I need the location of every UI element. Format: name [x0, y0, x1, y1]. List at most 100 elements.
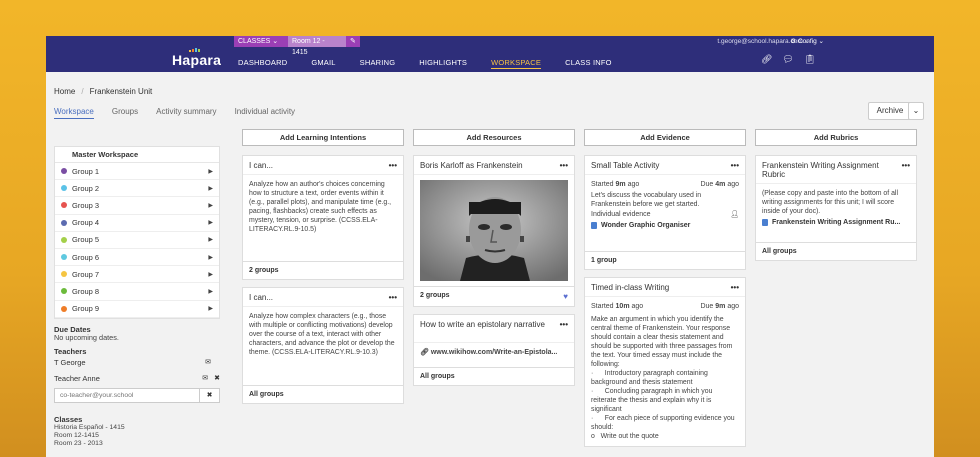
- chevron-down-icon: ⌄: [272, 38, 279, 45]
- card-groups: All groups: [249, 391, 284, 398]
- nav-gmail[interactable]: GMAIL: [311, 58, 335, 69]
- add-rubrics-button[interactable]: Add Rubrics: [755, 129, 917, 146]
- doc-link[interactable]: Wonder Graphic Organiser: [591, 221, 739, 230]
- archive-button[interactable]: Archive: [868, 102, 912, 120]
- card-text-line: Make an argument in which you identify t…: [591, 316, 733, 368]
- card-text-line: o Write out the quote: [591, 433, 659, 440]
- group-item[interactable]: Group 7 ▶: [55, 266, 219, 284]
- hapara-window: CLASSES ⌄ Room 12 - 1415 ✎ Hapara DASHBO…: [46, 36, 934, 457]
- more-icon[interactable]: •••: [560, 320, 568, 338]
- learning-card[interactable]: I can... ••• Analyze how complex characte…: [242, 287, 404, 404]
- group-item[interactable]: Group 6 ▶: [55, 249, 219, 267]
- mail-icon[interactable]: ✉: [202, 374, 208, 382]
- more-icon[interactable]: •••: [389, 293, 397, 302]
- group-color-dot: [61, 202, 67, 209]
- chevron-right-icon[interactable]: ▶: [208, 185, 213, 192]
- group-item[interactable]: Group 4 ▶: [55, 215, 219, 232]
- group-label: Group 6: [72, 252, 100, 262]
- add-learning-intentions-button[interactable]: Add Learning Intentions: [242, 129, 404, 146]
- resource-card[interactable]: Boris Karloff as Frankenstein ••• 2 grou…: [413, 155, 575, 307]
- group-item[interactable]: Group 3 ▶: [55, 197, 219, 215]
- frankenstein-photo: [420, 180, 568, 281]
- card-title: Boris Karloff as Frankenstein: [420, 161, 523, 170]
- clipboard-icon[interactable]: 📋︎: [804, 54, 815, 65]
- tab-groups[interactable]: Groups: [112, 107, 138, 119]
- breadcrumb-current: Frankenstein Unit: [89, 87, 153, 96]
- chevron-right-icon[interactable]: ▶: [208, 168, 213, 175]
- tab-activity-summary[interactable]: Activity summary: [156, 107, 216, 119]
- chevron-right-icon[interactable]: ▶: [208, 202, 213, 209]
- learning-card[interactable]: I can... ••• Analyze how an author's choi…: [242, 155, 404, 280]
- card-title: Frankenstein Writing Assignment Rubric: [762, 161, 879, 179]
- nav-highlights[interactable]: HIGHLIGHTS: [419, 58, 467, 69]
- mail-icon[interactable]: ✉: [205, 358, 211, 366]
- classes-label: Classes: [54, 414, 83, 424]
- card-groups: 1 group: [591, 257, 617, 264]
- doc-title: Wonder Graphic Organiser: [601, 222, 691, 229]
- breadcrumb: Home / Frankenstein Unit: [54, 87, 152, 96]
- classes-dropdown[interactable]: CLASSES ⌄: [234, 36, 288, 47]
- nav-workspace[interactable]: WORKSPACE: [491, 58, 542, 69]
- chat-icon[interactable]: 💬︎: [782, 54, 793, 65]
- chevron-right-icon[interactable]: ▶: [208, 219, 213, 226]
- clear-icon[interactable]: ✖: [200, 387, 220, 403]
- more-icon[interactable]: •••: [731, 161, 739, 170]
- group-color-dot: [61, 236, 67, 243]
- add-evidence-button[interactable]: Add Evidence: [584, 129, 746, 146]
- class-item[interactable]: Historia Español - 1415: [54, 424, 220, 432]
- archive-dropdown-chevron-icon[interactable]: ⌄: [908, 102, 924, 120]
- heart-icon[interactable]: ♥: [563, 292, 568, 301]
- link-icon[interactable]: 🔗︎: [761, 54, 772, 65]
- more-icon[interactable]: •••: [731, 283, 739, 292]
- chevron-right-icon[interactable]: ▶: [208, 254, 213, 261]
- class-item[interactable]: Room 12-1415: [54, 432, 220, 440]
- breadcrumb-home[interactable]: Home: [54, 87, 75, 96]
- group-label: Group 3: [72, 200, 100, 210]
- config-menu[interactable]: ⚙ Config ⌄: [790, 36, 824, 47]
- evidence-card[interactable]: Timed in-class Writing ••• Started 10m ag…: [584, 277, 746, 447]
- group-item[interactable]: Group 1 ▶: [55, 163, 219, 181]
- more-icon[interactable]: •••: [389, 161, 397, 170]
- card-title: Small Table Activity: [591, 161, 660, 170]
- class-item[interactable]: Room 23 - 2013: [54, 440, 220, 448]
- hapara-logo[interactable]: Hapara: [172, 52, 221, 68]
- learning-intentions-column: Add Learning Intentions I can... ••• Anal…: [242, 129, 404, 411]
- groups-header[interactable]: Master Workspace: [55, 147, 219, 163]
- chevron-right-icon[interactable]: ▶: [208, 305, 213, 312]
- group-item[interactable]: Group 8 ▶: [55, 283, 219, 301]
- main-nav: DASHBOARD GMAIL SHARING HIGHLIGHTS WORKS…: [238, 58, 636, 69]
- card-groups: All groups: [420, 373, 455, 380]
- group-label: Group 7: [72, 269, 100, 279]
- person-icon: 👤︎: [730, 211, 739, 218]
- edit-icon[interactable]: ✎: [346, 36, 360, 47]
- add-resources-button[interactable]: Add Resources: [413, 129, 575, 146]
- rubric-card[interactable]: Frankenstein Writing Assignment Rubric ••…: [755, 155, 917, 261]
- evidence-card[interactable]: Small Table Activity ••• Started 9m ago Du…: [584, 155, 746, 270]
- chevron-right-icon[interactable]: ▶: [208, 236, 213, 243]
- tab-individual-activity[interactable]: Individual activity: [235, 107, 295, 119]
- started-suffix: ago: [631, 303, 644, 310]
- teacher-name: Teacher Anne: [54, 373, 100, 383]
- group-item[interactable]: Group 5 ▶: [55, 232, 219, 249]
- doc-title: Frankenstein Writing Assignment Ru...: [772, 219, 901, 226]
- chevron-right-icon[interactable]: ▶: [208, 271, 213, 278]
- toolbar-icons: 🔗︎ 💬︎ 📋︎: [761, 54, 815, 65]
- nav-sharing[interactable]: SHARING: [360, 58, 396, 69]
- co-teacher-input[interactable]: [54, 387, 200, 403]
- group-label: Group 5: [72, 235, 100, 245]
- more-icon[interactable]: •••: [902, 161, 910, 179]
- started-value: 9m: [615, 181, 626, 188]
- tab-workspace[interactable]: Workspace: [54, 107, 94, 119]
- resource-card[interactable]: How to write an epistolary narrative ••• …: [413, 314, 575, 386]
- nav-dashboard[interactable]: DASHBOARD: [238, 58, 287, 69]
- nav-class-info[interactable]: CLASS INFO: [565, 58, 612, 69]
- evidence-type: Individual evidence: [591, 211, 651, 218]
- remove-icon[interactable]: ✖: [214, 374, 220, 382]
- started-time: Started 10m ago: [591, 302, 643, 311]
- resource-link[interactable]: 🔗︎ www.wikihow.com/Write-an-Epistola...: [414, 343, 574, 367]
- doc-link[interactable]: Frankenstein Writing Assignment Ru...: [762, 218, 910, 227]
- group-item[interactable]: Group 2 ▶: [55, 180, 219, 198]
- group-item[interactable]: Group 9 ▶: [55, 301, 219, 318]
- chevron-right-icon[interactable]: ▶: [208, 288, 213, 295]
- more-icon[interactable]: •••: [560, 161, 568, 170]
